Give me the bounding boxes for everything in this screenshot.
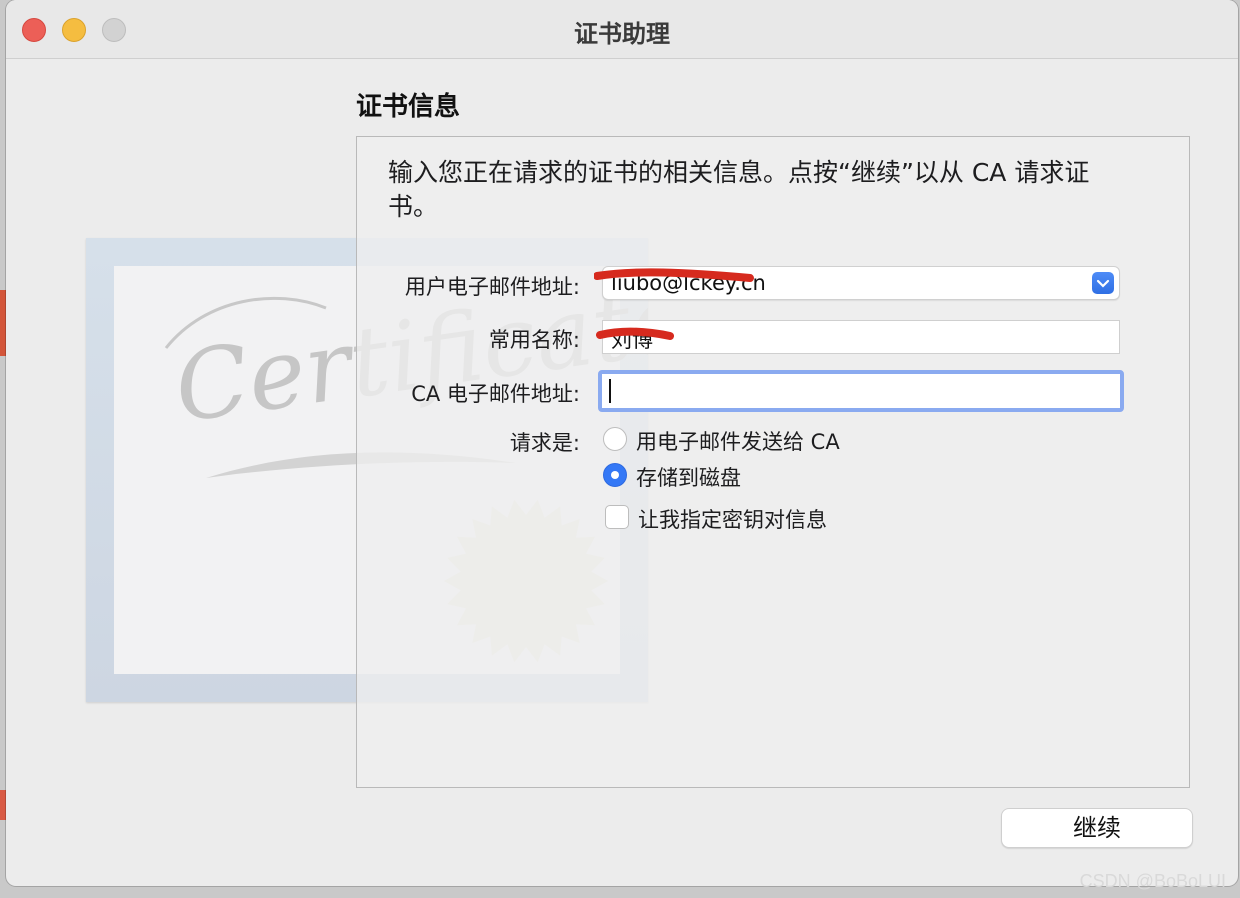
email-redaction-mark <box>593 268 754 288</box>
key-pair-checkbox[interactable] <box>605 505 629 529</box>
title-bar: 证书助理 <box>6 0 1238 59</box>
common-name-field[interactable]: 刘博 <box>602 320 1120 354</box>
chevron-down-icon[interactable] <box>1092 272 1114 294</box>
radio-email-ca-label: 用电子邮件发送给 CA <box>636 430 840 454</box>
radio-save-disk-label: 存储到磁盘 <box>636 466 741 490</box>
ca-email-field[interactable] <box>598 370 1124 412</box>
radio-email-ca[interactable] <box>603 427 627 451</box>
email-label: 用户电子邮件地址: <box>404 275 580 299</box>
text-cursor <box>609 379 611 403</box>
request-label: 请求是: <box>509 431 580 455</box>
watermark-text: CSDN @BoBoLUI <box>1079 871 1226 891</box>
window-title: 证书助理 <box>574 20 670 48</box>
key-pair-label: 让我指定密钥对信息 <box>638 508 827 532</box>
description-text: 输入您正在请求的证书的相关信息。点按“继续”以从 CA 请求证书。 <box>388 158 1090 221</box>
continue-button[interactable]: 继续 <box>1001 808 1193 848</box>
common-name-label: 常用名称: <box>488 328 580 352</box>
radio-save-disk[interactable] <box>603 463 627 487</box>
section-title: 证书信息 <box>356 92 461 122</box>
name-redaction-mark <box>596 326 676 348</box>
form-panel <box>356 136 1190 788</box>
ca-email-label: CA 电子邮件地址: <box>411 382 580 406</box>
